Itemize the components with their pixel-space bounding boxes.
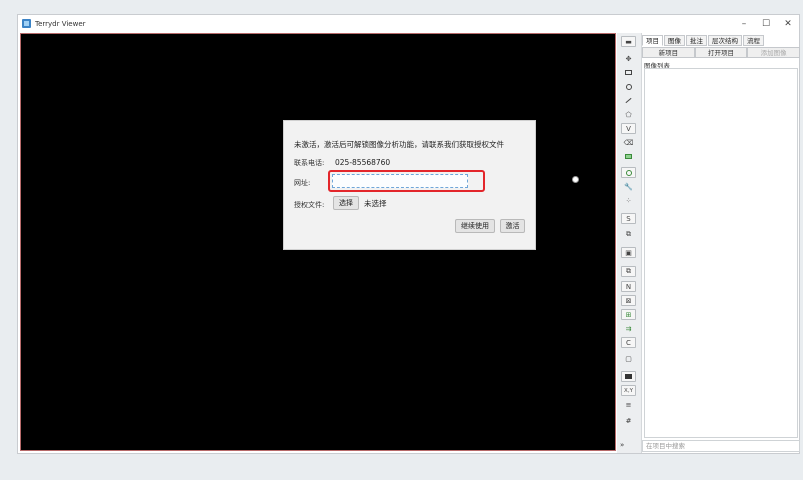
green-arrow-tool-icon[interactable]: ⇉ <box>621 323 636 334</box>
black-rect-tool-icon[interactable] <box>621 371 636 382</box>
tab-hierarchy[interactable]: 层次结构 <box>708 35 742 46</box>
maximize-button[interactable]: ☐ <box>755 15 777 32</box>
window-tool-icon[interactable]: ▢ <box>621 353 636 364</box>
eraser-tool-icon[interactable]: ⌫ <box>621 137 636 148</box>
right-panel: 项目 图像 批注 层次结构 流程 新项目 打开项目 添加图像 图像列表 在项目中… <box>641 33 801 453</box>
tab-project[interactable]: 项目 <box>642 35 663 46</box>
phone-value: 025-85568760 <box>335 158 391 167</box>
close-button[interactable]: ✕ <box>777 15 799 32</box>
activation-dialog: 未激活，激活后可解锁图像分析功能，请联系我们获取授权文件 联系电话: 025-8… <box>283 120 536 250</box>
xy-tool-icon[interactable]: X,Y <box>621 385 636 396</box>
c-tool-icon[interactable]: C <box>621 337 636 348</box>
minimize-button[interactable]: – <box>733 15 755 32</box>
project-buttons: 新项目 打开项目 添加图像 <box>642 47 801 58</box>
panel-tabs: 项目 图像 批注 层次结构 流程 <box>642 35 765 46</box>
activation-message: 未激活，激活后可解锁图像分析功能，请联系我们获取授权文件 <box>294 140 504 149</box>
green-grid-tool-icon[interactable]: ⊞ <box>621 309 636 320</box>
window-controls: – ☐ ✕ <box>733 15 799 32</box>
continue-button[interactable]: 继续使用 <box>455 219 495 233</box>
expand-chevron-icon[interactable]: » <box>620 441 624 449</box>
image-viewer-canvas[interactable]: 未激活，激活后可解锁图像分析功能，请联系我们获取授权文件 联系电话: 025-8… <box>20 33 616 451</box>
select-tool-icon[interactable]: ▬ <box>621 36 636 47</box>
line-tool-icon[interactable] <box>621 95 636 106</box>
highlight-box <box>328 170 485 192</box>
file-status-text: 未选择 <box>364 199 387 208</box>
polygon-tool-icon[interactable]: ⬠ <box>621 109 636 120</box>
target-tool-icon[interactable] <box>621 167 636 178</box>
tab-annotation[interactable]: 批注 <box>686 35 707 46</box>
fill-rect-tool-icon[interactable] <box>621 151 636 162</box>
activate-button[interactable]: 激活 <box>500 219 525 233</box>
s-tool-icon[interactable]: S <box>621 213 636 224</box>
tool-strip: ▬ ✥ ⬠ V ⌫ 🔧 ⁘ S ⧉ ▣ ⧉ N ⊠ ⊞ ⇉ C ▢ X,Y ≡ … <box>617 33 641 453</box>
link-tool-icon[interactable]: ⧉ <box>621 229 636 240</box>
hash-tool-icon[interactable]: # <box>621 415 636 426</box>
tab-image[interactable]: 图像 <box>664 35 685 46</box>
copy-tool-icon[interactable]: ⧉ <box>621 266 636 277</box>
add-image-button[interactable]: 添加图像 <box>747 47 801 58</box>
url-label: 网址: <box>294 179 311 187</box>
choose-file-button[interactable]: 选择 <box>333 196 359 210</box>
phone-label: 联系电话: <box>294 159 325 167</box>
project-search-input[interactable]: 在项目中搜索 <box>642 440 800 452</box>
cursor-icon <box>572 176 579 183</box>
tab-workflow[interactable]: 流程 <box>743 35 764 46</box>
frame-tool-icon[interactable]: ▣ <box>621 247 636 258</box>
window-title: Terrydr Viewer <box>35 19 86 28</box>
grid-tool-icon[interactable]: ⊠ <box>621 295 636 306</box>
image-list[interactable] <box>644 68 798 438</box>
app-logo-icon <box>22 19 31 28</box>
move-tool-icon[interactable]: ✥ <box>621 53 636 64</box>
points-tool-icon[interactable]: ⁘ <box>621 195 636 206</box>
v-tool-icon[interactable]: V <box>621 123 636 134</box>
ellipse-tool-icon[interactable] <box>621 81 636 92</box>
open-project-button[interactable]: 打开项目 <box>694 47 748 58</box>
title-bar: Terrydr Viewer – ☐ ✕ <box>18 15 799 32</box>
n-tool-icon[interactable]: N <box>621 281 636 292</box>
list-tool-icon[interactable]: ≡ <box>621 399 636 410</box>
license-file-label: 授权文件: <box>294 201 325 209</box>
rectangle-tool-icon[interactable] <box>621 67 636 78</box>
app-window: Terrydr Viewer – ☐ ✕ 未激活，激活后可解锁图像分析功能，请联… <box>17 14 801 454</box>
wrench-tool-icon[interactable]: 🔧 <box>621 181 636 192</box>
new-project-button[interactable]: 新项目 <box>642 47 695 58</box>
